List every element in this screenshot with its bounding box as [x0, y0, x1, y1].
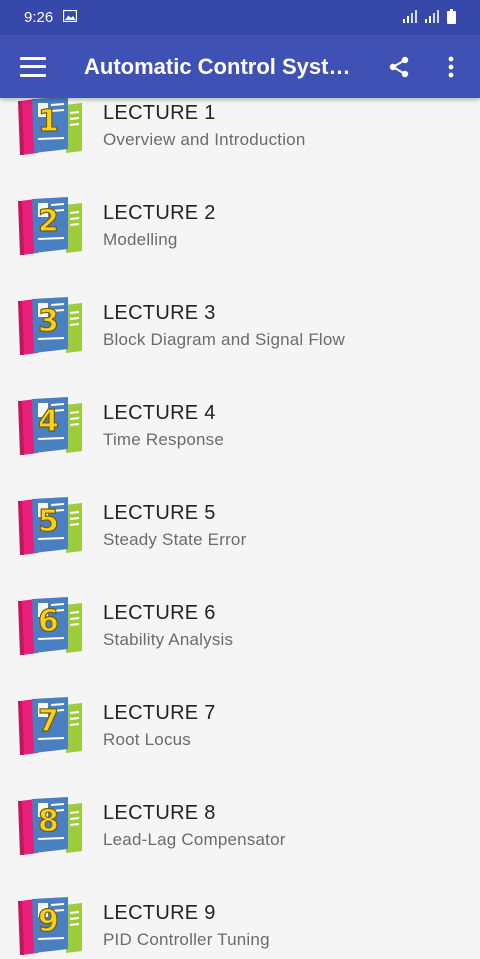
lecture-texts: LECTURE 6 Stability Analysis [103, 602, 233, 650]
lecture-number: 9 [37, 904, 59, 939]
list-item[interactable]: 4 LECTURE 4 Time Response [0, 376, 480, 476]
lecture-title: LECTURE 7 [103, 702, 216, 724]
page-title: Automatic Control Syste… [84, 53, 356, 79]
lecture-book-icon: 8 [16, 795, 86, 857]
lecture-subtitle: Lead-Lag Compensator [103, 830, 286, 849]
lecture-subtitle: Block Diagram and Signal Flow [103, 330, 346, 349]
lecture-book-icon: 1 [16, 98, 86, 157]
lecture-subtitle: Time Response [103, 430, 225, 449]
lecture-book-icon: 3 [16, 295, 86, 357]
lecture-subtitle: Overview and Introduction [103, 130, 306, 149]
lecture-list: 1 LECTURE 1 Overview and Introduction 2 LECT… [0, 98, 480, 959]
lecture-texts: LECTURE 1 Overview and Introduction [103, 102, 306, 150]
lecture-title: LECTURE 3 [103, 302, 216, 324]
list-item[interactable]: 6 LECTURE 6 Stability Analysis [0, 576, 480, 676]
list-item[interactable]: 8 LECTURE 8 Lead-Lag Compensator [0, 776, 480, 876]
list-item[interactable]: 9 LECTURE 9 PID Controller Tuning [0, 876, 480, 959]
lecture-texts: LECTURE 2 Modelling [103, 202, 216, 250]
signal-2-icon [425, 9, 441, 26]
lecture-title: LECTURE 4 [103, 402, 216, 424]
status-time: 9:26 [24, 9, 54, 26]
lecture-number: 2 [37, 204, 59, 239]
app-bar: Automatic Control Syste… [0, 35, 480, 98]
lecture-book-icon: 9 [16, 895, 86, 957]
lecture-book-icon: 2 [16, 195, 86, 257]
lecture-texts: LECTURE 5 Steady State Error [103, 502, 246, 550]
lecture-texts: LECTURE 8 Lead-Lag Compensator [103, 802, 286, 850]
lecture-number: 6 [37, 604, 59, 639]
more-options-icon[interactable] [434, 50, 468, 84]
lecture-title: LECTURE 2 [103, 202, 216, 224]
lecture-number: 5 [37, 504, 59, 539]
lecture-texts: LECTURE 4 Time Response [103, 402, 224, 450]
status-bar: 9:26 [0, 0, 480, 35]
lecture-texts: LECTURE 7 Root Locus [103, 702, 216, 750]
lecture-number: 7 [37, 704, 59, 739]
battery-icon [447, 8, 456, 27]
lecture-title: LECTURE 9 [103, 902, 216, 924]
list-item[interactable]: 2 LECTURE 2 Modelling [0, 176, 480, 276]
lecture-book-icon: 7 [16, 695, 86, 757]
share-icon[interactable] [382, 50, 416, 84]
lecture-title: LECTURE 8 [103, 802, 216, 824]
list-item[interactable]: 3 LECTURE 3 Block Diagram and Signal Flow [0, 276, 480, 376]
menu-icon[interactable] [20, 56, 46, 77]
list-item[interactable]: 5 LECTURE 5 Steady State Error [0, 476, 480, 576]
gallery-notification-icon [63, 9, 78, 26]
lecture-number: 4 [37, 404, 59, 439]
lecture-book-icon: 4 [16, 395, 86, 457]
lecture-subtitle: Root Locus [103, 730, 191, 749]
lecture-title: LECTURE 5 [103, 502, 216, 524]
lecture-subtitle: PID Controller Tuning [103, 930, 270, 949]
list-item[interactable]: 1 LECTURE 1 Overview and Introduction [0, 98, 480, 176]
lecture-texts: LECTURE 9 PID Controller Tuning [103, 902, 270, 950]
lecture-title: LECTURE 1 [103, 102, 216, 124]
lecture-number: 8 [37, 804, 59, 839]
signal-1-icon [403, 9, 419, 26]
list-item[interactable]: 7 LECTURE 7 Root Locus [0, 676, 480, 776]
lecture-title: LECTURE 6 [103, 602, 216, 624]
lecture-book-icon: 5 [16, 495, 86, 557]
lecture-number: 1 [37, 104, 59, 139]
lecture-subtitle: Stability Analysis [103, 630, 234, 649]
lecture-texts: LECTURE 3 Block Diagram and Signal Flow [103, 302, 345, 350]
lecture-subtitle: Modelling [103, 230, 178, 249]
lecture-subtitle: Steady State Error [103, 530, 247, 549]
lecture-book-icon: 6 [16, 595, 86, 657]
lecture-number: 3 [37, 304, 59, 339]
